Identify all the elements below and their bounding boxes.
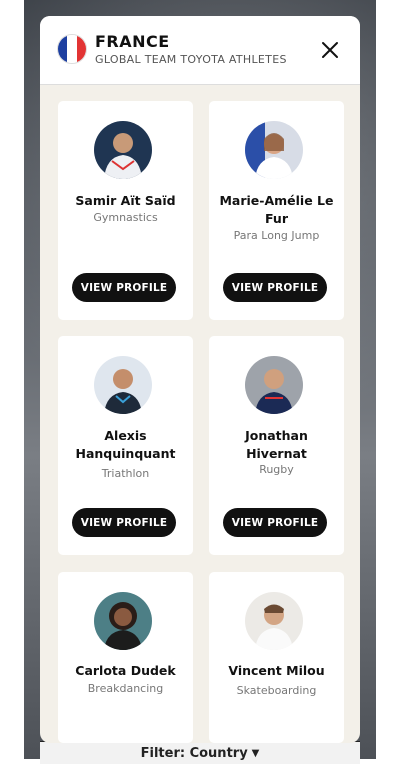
athlete-sport: Triathlon xyxy=(101,467,150,480)
athlete-avatar xyxy=(245,121,303,179)
modal-title: FRANCE xyxy=(95,32,170,51)
athlete-sport: Gymnastics xyxy=(93,211,158,224)
athlete-name: Samir Aït Saïd xyxy=(75,193,176,208)
country-filter[interactable]: Filter: Country ▼ xyxy=(40,741,360,764)
athlete-avatar xyxy=(245,356,303,414)
view-profile-button[interactable]: VIEW PROFILE xyxy=(223,273,327,302)
close-icon[interactable] xyxy=(316,36,344,64)
athlete-card: Samir Aït Saïd Gymnastics VIEW PROFILE xyxy=(58,101,193,320)
athlete-avatar xyxy=(245,592,303,650)
chevron-down-icon: ▼ xyxy=(251,747,260,759)
athlete-avatar xyxy=(94,356,152,414)
france-flag-icon xyxy=(57,34,87,64)
athlete-sport: Rugby xyxy=(259,463,294,476)
athlete-sport: Breakdancing xyxy=(87,682,164,695)
modal-subtitle: GLOBAL TEAM TOYOTA ATHLETES xyxy=(95,53,287,66)
athlete-avatar xyxy=(94,121,152,179)
athlete-sport: Skateboarding xyxy=(236,684,317,697)
view-profile-button[interactable]: VIEW PROFILE xyxy=(72,273,176,302)
athlete-card: Carlota Dudek Breakdancing xyxy=(58,572,193,743)
athlete-name: Jonathan Hivernat xyxy=(245,428,308,461)
view-profile-button[interactable]: VIEW PROFILE xyxy=(223,508,327,537)
modal-header: FRANCE GLOBAL TEAM TOYOTA ATHLETES xyxy=(40,16,360,85)
athlete-name: Marie-Amélie Le Fur xyxy=(219,193,334,226)
athlete-card: Alexis Hanquinquant Triathlon VIEW PROFI… xyxy=(58,336,193,555)
athlete-name: Carlota Dudek xyxy=(75,663,176,678)
athlete-name: Vincent Milou xyxy=(228,663,325,678)
athlete-card: Vincent Milou Skateboarding xyxy=(209,572,344,743)
country-modal: FRANCE GLOBAL TEAM TOYOTA ATHLETES Samir… xyxy=(40,16,360,743)
athlete-avatar xyxy=(94,592,152,650)
athlete-name: Alexis Hanquinquant xyxy=(75,428,176,461)
athlete-sport: Para Long Jump xyxy=(233,229,320,242)
view-profile-button[interactable]: VIEW PROFILE xyxy=(72,508,176,537)
athlete-card: Marie-Amélie Le Fur Para Long Jump VIEW … xyxy=(209,101,344,320)
athlete-card: Jonathan Hivernat Rugby VIEW PROFILE xyxy=(209,336,344,555)
filter-label: Filter: Country xyxy=(140,745,248,761)
